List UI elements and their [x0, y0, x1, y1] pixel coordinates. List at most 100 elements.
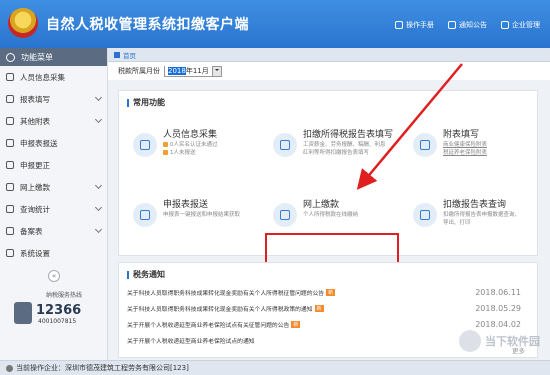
- sidebar-header: 功能菜单: [0, 48, 107, 66]
- tab-home[interactable]: 首页: [123, 50, 136, 60]
- sidebar-item-label: 报表填写: [20, 94, 50, 104]
- send-icon: [133, 203, 157, 227]
- tab-bar: 首页: [108, 48, 550, 62]
- user-icon: [501, 21, 509, 29]
- query-icon: [413, 203, 437, 227]
- common-functions-panel: 常用功能 人员信息采集 0人实名认证未通过 1人未报送 扣缴所得税报告表填写 工资…: [118, 90, 539, 279]
- sidebar-item-label: 申报表报送: [20, 138, 58, 148]
- bell-icon: [448, 21, 456, 29]
- chevron-down-icon: [94, 93, 103, 102]
- card-title: 附表填写: [443, 130, 480, 140]
- card-desc-line2: 红利等所得扣缴报告表填写: [303, 150, 370, 156]
- sidebar-item-label: 人员信息采集: [20, 72, 65, 82]
- period-month: 年11月: [185, 67, 209, 75]
- sidebar-item-settings[interactable]: 系统设置: [0, 242, 107, 264]
- watermark: 当下软件园: [459, 330, 540, 352]
- hotline: 纳税服务热线 12366 4001007815: [14, 290, 98, 325]
- watermark-logo: [459, 330, 481, 352]
- period-select[interactable]: 2018年11月: [164, 65, 222, 77]
- card-desc-line1: 申报表一键报送和申报结果获取: [163, 212, 241, 218]
- card-person-info[interactable]: 人员信息采集 0人实名认证未通过 1人未报送: [119, 117, 259, 175]
- sidebar-item-label: 备案表: [20, 226, 43, 236]
- sidebar-item-person-info[interactable]: 人员信息采集: [0, 66, 107, 88]
- notice-item[interactable]: 关于开展个人税收递延型商业养老保险试点有关征管问题的公告新 2018.04.02: [127, 317, 531, 331]
- sidebar: 功能菜单 人员信息采集 报表填写 其他附表 申报表报送 申报更正 网上缴款 查询…: [0, 48, 108, 360]
- card-desc-line1: 0人实名认证未通过: [170, 142, 218, 148]
- period-label: 税款所属月份: [118, 67, 160, 75]
- sidebar-item-online-payment[interactable]: 网上缴款: [0, 176, 107, 198]
- top-links: 操作手册 通知公告 企业管理: [395, 20, 540, 30]
- status-bar: 当前操作企业：深圳市德茂建筑工程劳务有限公司[123]: [0, 360, 550, 375]
- card-desc: 扣缴所得报告表申报数据查询、 导出、打印: [443, 211, 520, 227]
- company-link-label: 企业管理: [512, 21, 540, 29]
- main-area: 首页 税款所属月份 2018年11月 常用功能 人员信息采集 0人实名认证未通过…: [108, 48, 550, 360]
- calendar-dropdown-icon[interactable]: [211, 66, 221, 76]
- card-desc: 商业健康保险附表 税延养老保险附表: [443, 141, 487, 157]
- notice-text: 关于开展个人税收递延型商业养老保险试点的通知: [127, 338, 255, 345]
- folder-icon: [6, 227, 14, 235]
- manual-link[interactable]: 操作手册: [395, 20, 434, 30]
- card-desc-line1: 商业健康保险附表: [443, 142, 488, 148]
- company-link[interactable]: 企业管理: [501, 20, 540, 30]
- tax-notices-label: 税务通知: [133, 270, 165, 279]
- new-badge: 新: [326, 288, 336, 296]
- collapse-sidebar-button[interactable]: «: [48, 270, 60, 282]
- search-icon: [6, 205, 14, 213]
- title-bar: 自然人税收管理系统扣缴客户端 操作手册 通知公告 企业管理: [0, 0, 550, 48]
- person-icon: [6, 73, 14, 81]
- card-desc-line1: 个人所得税款在线缴纳: [303, 212, 359, 218]
- card-desc-line2: 税延养老保险附表: [443, 150, 488, 156]
- sidebar-item-submit[interactable]: 申报表报送: [0, 132, 107, 154]
- new-badge: 新: [291, 320, 301, 328]
- card-report-query[interactable]: 扣缴报告表查询 扣缴所得报告表申报数据查询、 导出、打印: [399, 187, 539, 245]
- card-desc: 申报表一键报送和申报结果获取: [163, 211, 240, 219]
- notice-text: 关于开展个人税收递延型商业养老保险试点有关征管问题的公告: [127, 322, 290, 329]
- app-title: 自然人税收管理系统扣缴客户端: [46, 17, 249, 33]
- notice-text: 关于科技人员取得职务科技成果转化现金奖励有关个人所得税政策的通知: [127, 306, 313, 313]
- hotline-label: 纳税服务热线: [45, 292, 82, 299]
- person-card-icon: [133, 133, 157, 157]
- chevron-down-icon: [94, 181, 103, 190]
- tax-notices-title: 税务通知: [119, 263, 537, 280]
- card-report-submit[interactable]: 申报表报送 申报表一键报送和申报结果获取: [119, 187, 259, 245]
- home-icon: [114, 51, 120, 58]
- notice-item[interactable]: 关于科技人员取得职务科技成果转化现金奖励有关个人所得税征管问题的公告新 2018.…: [127, 285, 531, 299]
- sidebar-item-query[interactable]: 查询统计: [0, 198, 107, 220]
- card-desc: 0人实名认证未通过 1人未报送: [163, 141, 218, 157]
- card-title: 申报表报送: [163, 200, 209, 210]
- card-title: 扣缴报告表查询: [443, 200, 507, 210]
- watermark-text: 当下软件园: [485, 335, 540, 348]
- edit-icon: [6, 161, 14, 169]
- sidebar-header-label: 功能菜单: [21, 52, 53, 62]
- notice-date: 2018.04.02: [475, 319, 521, 329]
- sidebar-item-label: 申报更正: [20, 160, 50, 170]
- card-desc: 工资薪金、劳务报酬、稿酬、利息 红利等所得扣缴报告表填写: [303, 141, 386, 157]
- common-functions-title: 常用功能: [119, 91, 537, 108]
- sidebar-item-report-fill[interactable]: 报表填写: [0, 88, 107, 110]
- common-functions-label: 常用功能: [133, 98, 165, 107]
- notice-item[interactable]: 关于科技人员取得职务科技成果转化现金奖励有关个人所得税政策的通知新 2018.05…: [127, 301, 531, 315]
- payment-icon: [6, 183, 14, 191]
- status-label: 当前操作企业：深圳市德茂建筑工程劳务有限公司[123]: [16, 364, 189, 372]
- period-year: 2018: [168, 67, 186, 75]
- card-desc: 个人所得税款在线缴纳: [303, 211, 358, 219]
- notice-date: 2018.06.11: [475, 287, 521, 297]
- sidebar-item-label: 网上缴款: [20, 182, 50, 192]
- notice-link[interactable]: 通知公告: [448, 20, 487, 30]
- report-icon: [273, 133, 297, 157]
- card-desc-line1: 扣缴所得报告表申报数据查询、: [443, 212, 521, 218]
- card-title: 人员信息采集: [163, 130, 218, 140]
- sidebar-item-label: 查询统计: [20, 204, 50, 214]
- sidebar-item-correction[interactable]: 申报更正: [0, 154, 107, 176]
- notice-date: 2018.05.29: [475, 303, 521, 313]
- sidebar-item-filing[interactable]: 备案表: [0, 220, 107, 242]
- new-badge: 新: [314, 304, 324, 312]
- card-desc-line2: 1人未报送: [170, 150, 196, 156]
- card-withholding-report[interactable]: 扣缴所得税报告表填写 工资薪金、劳务报酬、稿酬、利息 红利等所得扣缴报告表填写: [259, 117, 399, 175]
- sidebar-item-label: 系统设置: [20, 248, 50, 258]
- card-title: 扣缴所得税报告表填写: [303, 130, 394, 140]
- pay-icon: [273, 203, 297, 227]
- grid-icon: [6, 117, 14, 125]
- card-attachment-fill[interactable]: 附表填写 商业健康保险附表 税延养老保险附表: [399, 117, 539, 175]
- sidebar-item-other-attachments[interactable]: 其他附表: [0, 110, 107, 132]
